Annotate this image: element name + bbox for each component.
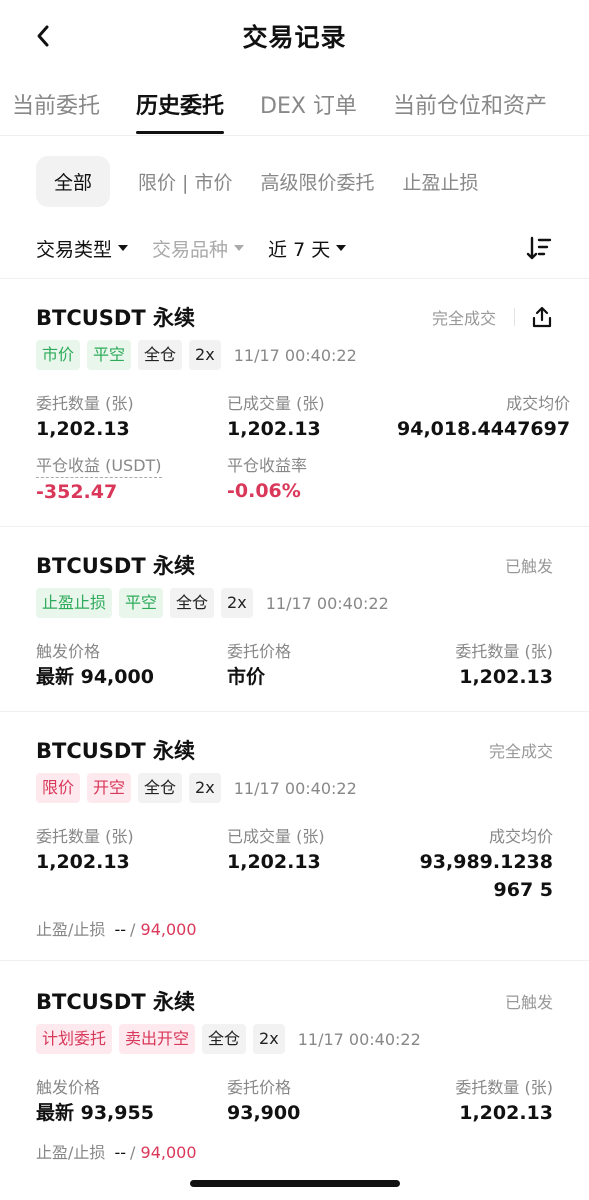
field-label: 已成交量 (张) — [227, 394, 325, 413]
field-label: 成交均价 — [488, 827, 553, 846]
order-card[interactable]: BTCUSDT 永续 完全成交 限价 开空 全仓 2x 11/17 00:40:… — [0, 711, 589, 960]
field-value: 1,202.13 — [227, 851, 321, 873]
field-label: 触发价格 — [36, 1078, 101, 1097]
tag-side: 开空 — [87, 773, 132, 803]
tp-value: -- — [114, 920, 127, 939]
symbol-dropdown[interactable]: 交易品种 — [152, 235, 245, 262]
tag-side: 平空 — [119, 588, 164, 618]
tag-margin-mode: 全仓 — [170, 588, 215, 618]
order-card[interactable]: BTCUSDT 永续 已触发 止盈止损 平空 全仓 2x 11/17 00:40… — [0, 526, 589, 711]
field-label: 平仓收益率 — [227, 456, 308, 475]
chevron-down-icon — [234, 245, 245, 251]
field-value: 93,900 — [227, 1102, 301, 1124]
order-status: 已触发 — [504, 557, 553, 576]
order-pair: BTCUSDT 永续 — [36, 306, 195, 330]
sl-value: 94,000 — [140, 920, 197, 939]
field-value: 最新 94,000 — [36, 666, 154, 688]
order-card[interactable]: BTCUSDT 永续 已触发 计划委托 卖出开空 全仓 2x 11/17 00:… — [0, 960, 589, 1183]
field-value-pnl-rate: -0.06% — [227, 480, 301, 502]
field-label: 委托价格 — [227, 1078, 292, 1097]
back-icon[interactable] — [28, 20, 58, 52]
time-range-label: 近 7 天 — [268, 238, 331, 261]
field-value: 1,202.13 — [36, 851, 130, 873]
field-value: 1,202.13 — [36, 418, 130, 440]
field-label: 委托数量 (张) — [455, 642, 553, 661]
tag-margin-mode: 全仓 — [138, 773, 183, 803]
field-label: 委托数量 (张) — [36, 827, 134, 846]
tag-leverage: 2x — [221, 588, 253, 618]
field-value: 94,018.4447697 — [397, 418, 571, 440]
tp-sl-row: 止盈/止损 --/ 94,000 — [36, 920, 197, 939]
tag-margin-mode: 全仓 — [202, 1024, 247, 1054]
order-time: 11/17 00:40:22 — [297, 1029, 421, 1049]
order-status: 完全成交 — [488, 742, 553, 761]
order-time: 11/17 00:40:22 — [233, 345, 357, 365]
field-value: 1,202.13 — [459, 666, 553, 688]
tp-value: -- — [114, 1143, 127, 1162]
tp-sl-label: 止盈/止损 — [36, 1143, 106, 1162]
field-label: 委托数量 (张) — [36, 394, 134, 413]
filter-all[interactable]: 全部 — [36, 155, 111, 207]
order-pair: BTCUSDT 永续 — [36, 554, 195, 578]
tag-order-type: 计划委托 — [36, 1024, 113, 1054]
field-value-pnl: -352.47 — [36, 481, 118, 503]
tab-dex-orders[interactable]: DEX 订单 — [260, 72, 357, 134]
filter-tp-sl[interactable]: 止盈止损 — [403, 168, 479, 195]
trade-type-dropdown[interactable]: 交易类型 — [36, 235, 129, 262]
order-card[interactable]: BTCUSDT 永续 完全成交 市价 平空 全仓 2x 11/17 00:40:… — [0, 278, 589, 526]
field-label: 成交均价 — [506, 394, 571, 413]
field-value: 93,989.1238967 5 — [419, 851, 553, 901]
divider — [514, 308, 515, 326]
time-range-dropdown[interactable]: 近 7 天 — [268, 235, 347, 262]
filter-limit-market[interactable]: 限价 | 市价 — [138, 168, 232, 195]
tag-order-type: 限价 — [36, 773, 81, 803]
field-label: 已成交量 (张) — [227, 827, 325, 846]
tab-positions-assets[interactable]: 当前仓位和资产 — [393, 72, 547, 134]
nav-bar: 交易记录 — [0, 0, 589, 72]
tab-current-orders[interactable]: 当前委托 — [12, 72, 100, 134]
selector-row: 交易类型 交易品种 近 7 天 — [0, 226, 589, 270]
order-status: 完全成交 — [431, 309, 496, 328]
field-label: 委托数量 (张) — [455, 1078, 553, 1097]
tag-side: 平空 — [87, 340, 132, 370]
order-pair: BTCUSDT 永续 — [36, 739, 195, 763]
home-indicator[interactable] — [190, 1180, 400, 1187]
tag-leverage: 2x — [253, 1024, 285, 1054]
field-label-pnl[interactable]: 平仓收益 (USDT) — [36, 455, 162, 478]
symbol-label: 交易品种 — [152, 238, 229, 261]
order-time: 11/17 00:40:22 — [233, 778, 357, 798]
field-value: 市价 — [227, 666, 266, 688]
tag-leverage: 2x — [189, 340, 221, 370]
order-time: 11/17 00:40:22 — [265, 593, 389, 613]
tag-side: 卖出开空 — [119, 1024, 196, 1054]
tag-order-type: 市价 — [36, 340, 81, 370]
filter-advanced-limit[interactable]: 高级限价委托 — [261, 168, 375, 195]
tab-order-history[interactable]: 历史委托 — [136, 72, 225, 134]
sl-value: 94,000 — [140, 1143, 197, 1162]
sort-icon[interactable] — [525, 234, 553, 262]
field-value: 1,202.13 — [459, 1102, 553, 1124]
tag-leverage: 2x — [189, 773, 221, 803]
field-label: 委托价格 — [227, 642, 292, 661]
order-status: 已触发 — [504, 993, 553, 1012]
tab-bar: 当前委托 历史委托 DEX 订单 当前仓位和资产 — [0, 72, 589, 136]
order-type-filters: 全部 限价 | 市价 高级限价委托 止盈止损 — [0, 136, 589, 226]
field-value: 1,202.13 — [227, 418, 321, 440]
order-pair: BTCUSDT 永续 — [36, 990, 195, 1014]
field-label: 触发价格 — [36, 642, 101, 661]
tp-sl-row: 止盈/止损 --/ 94,000 — [36, 1143, 197, 1162]
trade-type-label: 交易类型 — [36, 238, 113, 261]
chevron-down-icon — [336, 245, 347, 251]
share-icon[interactable] — [531, 306, 553, 328]
page-title: 交易记录 — [242, 23, 347, 52]
chevron-down-icon — [118, 245, 129, 251]
tag-order-type: 止盈止损 — [36, 588, 113, 618]
tag-margin-mode: 全仓 — [138, 340, 183, 370]
field-value: 最新 93,955 — [36, 1102, 154, 1124]
tp-sl-label: 止盈/止损 — [36, 920, 106, 939]
